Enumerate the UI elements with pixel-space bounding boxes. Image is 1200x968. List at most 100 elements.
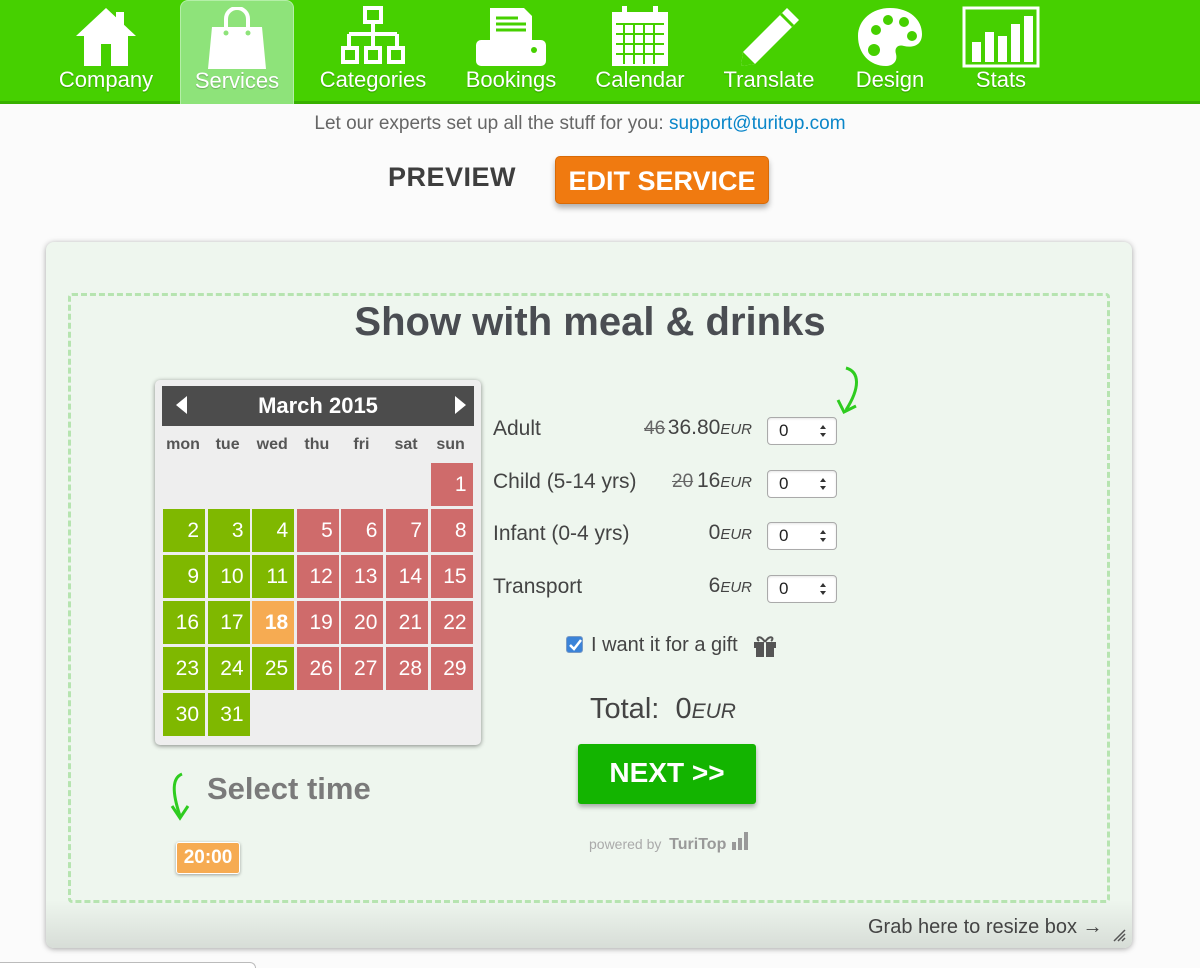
bar-chart-icon — [962, 6, 1040, 68]
nav-item-services[interactable]: Services — [180, 0, 294, 104]
nav-item-label: Bookings — [465, 67, 557, 92]
price-value: 6EUR — [709, 574, 752, 598]
total-currency: EUR — [691, 700, 736, 723]
updown-arrows-icon — [820, 425, 826, 437]
weekday-label: thu — [304, 436, 330, 453]
calendar-day[interactable]: 16 — [163, 601, 205, 644]
calendar-day: 22 — [430, 601, 473, 644]
price-value: 36.80EUR — [668, 416, 752, 440]
nav-item-calendar[interactable]: Calendar — [588, 0, 692, 104]
price-amount: 6 — [708, 574, 721, 597]
next-button[interactable]: NEXT >> — [578, 744, 756, 804]
price-amount: 36.80 — [667, 416, 721, 439]
nav-item-translate[interactable]: Translate — [716, 0, 822, 104]
calendar-day: 29 — [430, 647, 473, 690]
hint-arrow-icon — [836, 366, 858, 415]
updown-arrows-icon — [820, 583, 826, 595]
quantity-select[interactable]: 0 — [767, 417, 837, 445]
price-currency: EUR — [720, 579, 752, 596]
price-label: Child (5-14 yrs) — [493, 470, 637, 493]
calendar-day[interactable]: 3 — [207, 509, 250, 552]
nav-item-label: Translate — [723, 67, 815, 92]
nav-item-bookings[interactable]: Bookings — [456, 0, 566, 104]
calendar-day: 21 — [386, 601, 428, 644]
edit-service-button[interactable]: EDIT SERVICE — [555, 156, 769, 204]
calendar-day: 6 — [341, 509, 384, 552]
nav-item-company[interactable]: Company — [46, 0, 166, 104]
hierarchy-icon — [341, 6, 405, 64]
printer-icon — [476, 8, 546, 66]
nav-item-label: Services — [194, 68, 280, 93]
gift-icon — [754, 636, 776, 657]
quantity-value: 0 — [779, 526, 789, 545]
time-slot-button[interactable]: 20:00 — [176, 842, 240, 874]
quantity-select[interactable]: 0 — [767, 470, 837, 498]
price-amount: 0 — [708, 521, 721, 544]
weekday-label: wed — [256, 436, 288, 453]
calendar-day[interactable]: 30 — [163, 693, 205, 736]
quantity-select[interactable]: 0 — [767, 575, 837, 603]
calendar-day: 28 — [386, 647, 428, 690]
prev-month-icon[interactable] — [176, 396, 187, 414]
weekday-label: tue — [215, 436, 240, 453]
powered-brand: TuriTop — [669, 836, 727, 853]
price-currency: EUR — [720, 421, 752, 438]
calendar-day: 1 — [430, 463, 473, 506]
price-label: Adult — [493, 417, 541, 440]
gift-label: I want it for a gift — [591, 634, 738, 656]
calendar-day: 19 — [296, 601, 339, 644]
quantity-value: 0 — [779, 474, 789, 493]
quantity-value: 0 — [779, 579, 789, 598]
calendar-day: 5 — [296, 509, 339, 552]
calendar-day[interactable]: 9 — [163, 555, 205, 598]
original-price: 20 — [672, 471, 694, 492]
nav-item-label: Calendar — [595, 67, 685, 92]
nav-item-label: Design — [855, 67, 925, 92]
calendar-day[interactable]: 23 — [163, 647, 205, 690]
updown-arrows-icon — [820, 530, 826, 542]
total-display: Total: 0EUR — [590, 693, 736, 726]
calendar-day: 8 — [430, 509, 473, 552]
shopping-bag-icon — [208, 7, 266, 69]
calendar-day: 7 — [386, 509, 428, 552]
price-label: Transport — [493, 575, 583, 598]
calendar-day[interactable]: 17 — [207, 601, 250, 644]
calendar-day[interactable]: 10 — [207, 555, 250, 598]
calendar-day: 12 — [296, 555, 339, 598]
pencil-icon — [741, 8, 799, 66]
weekday-label: sun — [436, 436, 465, 453]
checkmark-icon — [569, 639, 582, 651]
hint-arrow-icon — [170, 772, 190, 821]
calendar-day: 20 — [341, 601, 384, 644]
price-amount: 16 — [696, 469, 721, 492]
nav-item-stats[interactable]: Stats — [956, 0, 1046, 104]
calendar-day[interactable]: 2 — [163, 509, 205, 552]
calendar-day[interactable]: 25 — [252, 647, 295, 690]
calendar-day: 13 — [341, 555, 384, 598]
nav-item-label: Company — [58, 67, 154, 92]
gift-checkbox[interactable] — [566, 636, 583, 653]
calendar-day[interactable]: 31 — [207, 693, 250, 736]
bottom-tab — [0, 962, 256, 968]
nav-item-categories[interactable]: Categories — [312, 0, 434, 104]
support-email-link[interactable]: support@turitop.com — [669, 113, 846, 134]
quantity-select[interactable]: 0 — [767, 522, 837, 550]
price-currency: EUR — [720, 474, 752, 491]
support-text: Let our experts set up all the stuff for… — [314, 113, 669, 134]
calendar-day[interactable]: 4 — [252, 509, 295, 552]
next-month-icon[interactable] — [455, 396, 466, 414]
calendar-day[interactable]: 24 — [207, 647, 250, 690]
resize-hint: Grab here to resize box → — [868, 916, 1103, 938]
updown-arrows-icon — [820, 478, 826, 490]
resize-grip-icon[interactable] — [1112, 928, 1126, 942]
price-label: Infant (0-4 yrs) — [493, 522, 630, 545]
total-label: Total: — [590, 693, 660, 725]
preview-tab[interactable]: PREVIEW — [388, 162, 516, 193]
nav-item-design[interactable]: Design — [842, 0, 938, 104]
support-line: Let our experts set up all the stuff for… — [0, 113, 1160, 135]
calendar-month-label: March 2015 — [162, 386, 474, 426]
calendar-day: 27 — [341, 647, 384, 690]
weekday-label: mon — [166, 436, 200, 453]
calendar-day[interactable]: 18 — [252, 601, 295, 644]
calendar-day[interactable]: 11 — [252, 555, 295, 598]
